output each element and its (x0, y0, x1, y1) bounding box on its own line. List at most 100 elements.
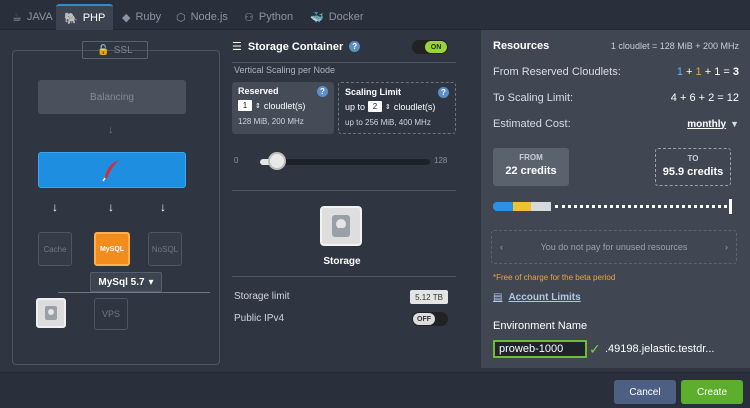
env-domain: .49198.jelastic.testdr... (605, 343, 715, 355)
to-label: TO (687, 154, 699, 163)
resources-header: Resources 1 cloudlet = 128 MiB + 200 MHz (493, 40, 739, 52)
to-limit-row: To Scaling Limit: 4 + 6 + 2 = 12 (493, 92, 739, 104)
free-note: *Free of charge for the beta period (493, 273, 616, 282)
help-icon[interactable]: ? (438, 87, 449, 98)
from-reserved-equation: 1 + 1 + 1 = 3 (677, 66, 739, 78)
divider (232, 276, 456, 277)
cost-to-box: TO 95.9 credits (655, 148, 731, 186)
arrow-down-icon: ↓ (108, 200, 114, 214)
to-value: 95.9 credits (662, 166, 724, 178)
help-icon[interactable]: ? (349, 41, 361, 52)
env-name-input[interactable] (493, 340, 587, 358)
dialog-footer: Cancel Create (0, 372, 750, 408)
reserved-count-input[interactable]: 1 (238, 100, 252, 111)
eq-part: 1 (695, 66, 702, 78)
chevron-left-icon[interactable]: ‹ (500, 242, 503, 252)
cache-block[interactable]: Cache (38, 232, 72, 266)
stepper-icon[interactable]: ⇕ (255, 102, 261, 110)
eq-part: + (686, 66, 693, 78)
tab-label: Node.js (190, 11, 228, 23)
storage-enable-toggle[interactable]: ON (412, 40, 448, 54)
storage-limit-value: 5.12 TB (410, 290, 448, 304)
from-reserved-row: From Reserved Cloudlets: 1 + 1 + 1 = 3 (493, 66, 739, 78)
balancing-label: Balancing (90, 91, 134, 103)
storage-container-header: ☰ Storage Container ? (232, 40, 361, 53)
vps-block[interactable]: VPS (94, 298, 128, 330)
cancel-label: Cancel (629, 386, 661, 398)
scaling-limit-title: Scaling Limit (345, 87, 402, 97)
stepper-icon[interactable]: ⇕ (385, 103, 391, 111)
carousel-text: You do not pay for unused resources (540, 242, 688, 252)
reserved-cloudlets-card: Reserved ? 1 ⇕ cloudlet(s) 128 MiB, 200 … (232, 82, 334, 134)
public-ipv4-label: Public IPv4 (234, 313, 285, 324)
cache-label: Cache (43, 244, 67, 254)
php-app-server-block[interactable] (38, 152, 186, 188)
mysql-logo: MySQL (99, 245, 125, 253)
account-limits-link[interactable]: ▤ Account Limits (493, 292, 581, 303)
balancing-block[interactable]: Balancing (38, 80, 186, 114)
toggle-state: ON (425, 41, 447, 53)
scaling-limit-input[interactable]: 2 (368, 101, 383, 112)
bar-segment-blue (493, 202, 513, 211)
create-button[interactable]: Create (681, 380, 743, 404)
ssl-label: SSL (113, 44, 133, 56)
eq-part: 1 (676, 66, 683, 78)
storage-container-title: Storage Container (247, 40, 344, 53)
reserved-unit: cloudlet(s) (263, 100, 306, 111)
java-icon: ☕ (12, 11, 22, 24)
storage-icon (332, 215, 350, 237)
help-icon[interactable]: ? (317, 86, 328, 97)
feather-icon (102, 160, 119, 182)
storage-icon (45, 306, 57, 320)
checkmark-icon: ✓ (589, 341, 601, 357)
cloudlet-info: 1 cloudlet = 128 MiB + 200 MHz (610, 41, 739, 51)
reserved-title: Reserved (238, 86, 279, 96)
from-value: 22 credits (505, 165, 557, 177)
lock-icon: 🔓 (97, 44, 110, 56)
limit-resources: up to 256 MiB, 400 MHz (345, 118, 431, 127)
mysql-block[interactable]: MySQL (94, 232, 130, 266)
period-select[interactable]: monthly ▼ (687, 119, 739, 130)
storage-node-label: Storage (323, 256, 361, 267)
limit-unit: cloudlet(s) (393, 101, 436, 112)
nodejs-icon: ⬡ (176, 11, 186, 24)
estimated-cost-label: Estimated Cost: (493, 118, 571, 130)
tab-php[interactable]: 🐘 PHP (56, 4, 114, 30)
eq-total: 3 (732, 66, 739, 78)
cloudlet-slider[interactable]: 0 128 (234, 152, 456, 170)
tab-docker[interactable]: 🐳 Docker (302, 4, 372, 30)
account-limits-label: Account Limits (508, 292, 581, 303)
to-limit-equation: 4 + 6 + 2 = 12 (670, 92, 739, 104)
cancel-button[interactable]: Cancel (614, 380, 676, 404)
mysql-version-select[interactable]: MySql 5.7 ▾ (90, 272, 162, 292)
bar-scaling-range (555, 205, 727, 208)
limit-prefix: up to (345, 101, 366, 112)
tab-nodejs[interactable]: ⬡ Node.js (168, 4, 236, 30)
nosql-block[interactable]: NoSQL (148, 232, 182, 266)
tab-label: PHP (82, 12, 106, 24)
tab-label: JAVA (26, 11, 53, 23)
docker-icon: 🐳 (310, 11, 324, 24)
eq-part: + (704, 66, 712, 78)
chevron-right-icon[interactable]: › (725, 242, 728, 252)
storage-limit-label: Storage limit (234, 291, 290, 302)
cost-from-box: FROM 22 credits (493, 148, 569, 186)
document-icon: ▤ (493, 292, 503, 303)
tab-ruby[interactable]: ◆ Ruby (114, 4, 169, 30)
public-ipv4-toggle[interactable]: OFF (412, 312, 448, 326)
php-icon: 🐘 (64, 12, 78, 25)
storage-node-large[interactable] (320, 206, 362, 246)
eq-part: = (723, 66, 730, 78)
slider-handle[interactable] (268, 152, 286, 170)
tab-java[interactable]: ☕ JAVA (4, 4, 61, 30)
ssl-toggle[interactable]: 🔓 SSL (82, 41, 148, 59)
engine-tabs: ☕ JAVA 🐘 PHP ◆ Ruby ⬡ Node.js ⚇ Python 🐳… (0, 0, 750, 30)
resources-title: Resources (493, 40, 550, 52)
topology-panel: 🔓 SSL Balancing ↓ ↓ ↓ ↓ Cache MySQL NoSQ… (10, 36, 225, 366)
bar-segment-yellow (513, 202, 531, 211)
info-carousel: ‹ You do not pay for unused resources › (491, 230, 737, 264)
tab-python[interactable]: ⚇ Python (236, 4, 301, 30)
storage-node-block[interactable] (36, 298, 66, 328)
divider (232, 62, 456, 63)
arrow-down-icon: ↓ (160, 200, 166, 214)
